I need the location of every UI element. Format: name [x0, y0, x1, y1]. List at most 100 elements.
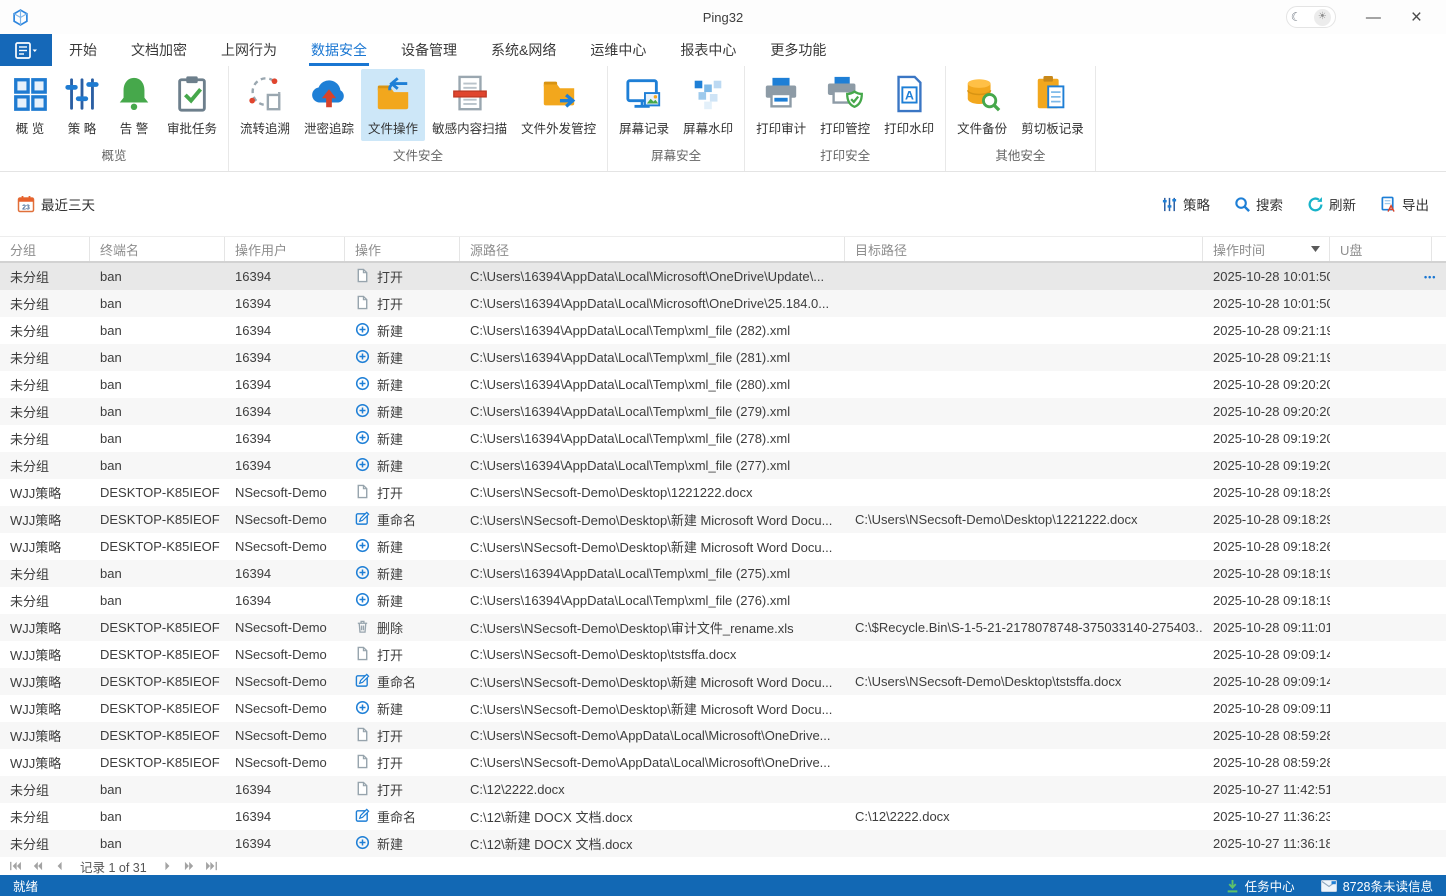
cell-usb: [1330, 587, 1432, 614]
ribbon: 概 览 策 略 告 警 审批任务 概览 流转追溯: [0, 66, 1446, 172]
open-operation-icon: [355, 727, 377, 745]
table-row[interactable]: 未分组ban16394新建C:\Users\16394\AppData\Loca…: [0, 560, 1446, 587]
ribbon-button-content-scan[interactable]: 敏感内容扫描: [425, 69, 514, 141]
ribbon-button-file-backup[interactable]: 文件备份: [950, 69, 1014, 141]
table-row[interactable]: 未分组ban16394新建C:\Users\16394\AppData\Loca…: [0, 425, 1446, 452]
tab-start[interactable]: 开始: [52, 34, 114, 66]
table-row[interactable]: WJJ策略DESKTOP-K85IEOFNSecsoft-Demo打开C:\Us…: [0, 749, 1446, 776]
table-row[interactable]: 未分组ban16394新建C:\Users\16394\AppData\Loca…: [0, 371, 1446, 398]
search-button[interactable]: 搜索: [1234, 194, 1283, 214]
table-row[interactable]: WJJ策略DESKTOP-K85IEOFNSecsoft-Demo重命名C:\U…: [0, 506, 1446, 533]
ribbon-group-label: 文件安全: [233, 142, 603, 171]
ribbon-button-clipboard-record[interactable]: 剪切板记录: [1014, 69, 1091, 141]
ribbon-button-print-control[interactable]: 打印管控: [813, 69, 877, 141]
refresh-button[interactable]: 刷新: [1307, 194, 1356, 214]
table-row[interactable]: 未分组ban16394新建C:\12\新建 DOCX 文档.docx2025-1…: [0, 830, 1446, 857]
theme-toggle[interactable]: ☾ ☀: [1286, 6, 1336, 28]
open-operation-icon: [355, 268, 377, 286]
cell-user: 16394: [225, 776, 345, 803]
policy-button[interactable]: 策略: [1161, 194, 1210, 214]
tab-device-management[interactable]: 设备管理: [384, 34, 474, 66]
cell-target-path: [845, 749, 1203, 776]
table-row[interactable]: WJJ策略DESKTOP-K85IEOFNSecsoft-Demo删除C:\Us…: [0, 614, 1446, 641]
tab-report-center[interactable]: 报表中心: [663, 34, 753, 66]
cell-usb: [1330, 290, 1432, 317]
column-header-time[interactable]: 操作时间: [1203, 237, 1330, 261]
table-row[interactable]: WJJ策略DESKTOP-K85IEOFNSecsoft-Demo打开C:\Us…: [0, 641, 1446, 668]
table-row[interactable]: 未分组ban16394打开C:\Users\16394\AppData\Loca…: [0, 263, 1446, 290]
export-button[interactable]: 导出: [1380, 194, 1429, 214]
column-header-group[interactable]: 分组: [0, 237, 90, 261]
tab-system-network[interactable]: 系统&网络: [474, 34, 573, 66]
table-row[interactable]: WJJ策略DESKTOP-K85IEOFNSecsoft-Demo打开C:\Us…: [0, 722, 1446, 749]
cell-time: 2025-10-28 09:19:20: [1203, 452, 1330, 479]
cell-group: 未分组: [0, 776, 90, 803]
fast-next-button[interactable]: [183, 861, 196, 871]
cell-target-path: [845, 452, 1203, 479]
table-row[interactable]: WJJ策略DESKTOP-K85IEOFNSecsoft-Demo新建C:\Us…: [0, 533, 1446, 560]
first-page-button[interactable]: [9, 861, 22, 871]
ribbon-button-screen-record[interactable]: 屏幕记录: [612, 69, 676, 141]
ribbon-button-approval-tasks[interactable]: 审批任务: [160, 69, 224, 141]
unread-messages-button[interactable]: 8728条未读信息: [1321, 876, 1433, 895]
column-header-usb[interactable]: U盘: [1330, 237, 1432, 261]
cell-user: 16394: [225, 263, 345, 290]
ribbon-group-screen-security: 屏幕记录 屏幕水印 屏幕安全: [608, 66, 745, 171]
alert-bell-icon: [115, 75, 153, 113]
table-row[interactable]: 未分组ban16394新建C:\Users\16394\AppData\Loca…: [0, 452, 1446, 479]
screen-record-icon: [625, 75, 663, 113]
table-body: 未分组ban16394打开C:\Users\16394\AppData\Loca…: [0, 263, 1446, 857]
sort-filter-arrow-icon[interactable]: [1311, 246, 1320, 252]
cell-group: WJJ策略: [0, 506, 90, 533]
table-row[interactable]: 未分组ban16394打开C:\Users\16394\AppData\Loca…: [0, 290, 1446, 317]
ribbon-button-leak-tracking[interactable]: 泄密追踪: [297, 69, 361, 141]
table-row[interactable]: WJJ策略DESKTOP-K85IEOFNSecsoft-Demo打开C:\Us…: [0, 479, 1446, 506]
ribbon-button-flow-trace[interactable]: 流转追溯: [233, 69, 297, 141]
table-row[interactable]: WJJ策略DESKTOP-K85IEOFNSecsoft-Demo新建C:\Us…: [0, 695, 1446, 722]
table-row[interactable]: 未分组ban16394打开C:\12\2222.docx2025-10-27 1…: [0, 776, 1446, 803]
tab-data-security[interactable]: 数据安全: [294, 34, 384, 66]
cell-target-path: [845, 533, 1203, 560]
table-row[interactable]: 未分组ban16394重命名C:\12\新建 DOCX 文档.docxC:\12…: [0, 803, 1446, 830]
row-actions-menu-icon[interactable]: •••: [1424, 263, 1438, 290]
tab-doc-encryption[interactable]: 文档加密: [114, 34, 204, 66]
column-header-operation[interactable]: 操作: [345, 237, 460, 261]
new-operation-icon: [355, 322, 377, 340]
column-header-terminal[interactable]: 终端名: [90, 237, 225, 261]
column-header-target-path[interactable]: 目标路径: [845, 237, 1203, 261]
column-header-user[interactable]: 操作用户: [225, 237, 345, 261]
ribbon-button-alerts[interactable]: 告 警: [108, 69, 160, 141]
ribbon-button-print-audit[interactable]: 打印审计: [749, 69, 813, 141]
tab-web-behavior[interactable]: 上网行为: [204, 34, 294, 66]
ribbon-group-print-security: 打印审计 打印管控 A 打印水印 打印安全: [745, 66, 946, 171]
table-row[interactable]: WJJ策略DESKTOP-K85IEOFNSecsoft-Demo重命名C:\U…: [0, 668, 1446, 695]
date-range-filter[interactable]: 23 最近三天: [17, 194, 95, 214]
close-button[interactable]: ×: [1411, 8, 1422, 27]
minimize-button[interactable]: —: [1366, 10, 1381, 25]
tab-more-features[interactable]: 更多功能: [753, 34, 843, 66]
table-row[interactable]: 未分组ban16394新建C:\Users\16394\AppData\Loca…: [0, 398, 1446, 425]
ribbon-button-policy[interactable]: 策 略: [56, 69, 108, 141]
app-menu-button[interactable]: [0, 34, 52, 66]
next-page-button[interactable]: [161, 861, 174, 871]
previous-page-button[interactable]: [53, 861, 66, 871]
last-page-button[interactable]: [205, 861, 218, 871]
table-row[interactable]: 未分组ban16394新建C:\Users\16394\AppData\Loca…: [0, 344, 1446, 371]
ribbon-button-overview[interactable]: 概 览: [4, 69, 56, 141]
cell-time: 2025-10-27 11:36:23: [1203, 803, 1330, 830]
ribbon-button-file-operations[interactable]: 文件操作: [361, 69, 425, 141]
table-row[interactable]: 未分组ban16394新建C:\Users\16394\AppData\Loca…: [0, 317, 1446, 344]
ribbon-button-screen-watermark[interactable]: 屏幕水印: [676, 69, 740, 141]
fast-previous-button[interactable]: [31, 861, 44, 871]
cell-user: 16394: [225, 344, 345, 371]
cell-time: 2025-10-28 10:01:50: [1203, 263, 1330, 290]
table-header: 分组 终端名 操作用户 操作 源路径 目标路径 操作时间 U盘: [0, 236, 1446, 263]
tab-ops-center[interactable]: 运维中心: [573, 34, 663, 66]
ribbon-button-print-watermark[interactable]: A 打印水印: [877, 69, 941, 141]
column-header-source-path[interactable]: 源路径: [460, 237, 845, 261]
record-count-label: 记录 1 of 31: [80, 857, 147, 876]
table-row[interactable]: 未分组ban16394新建C:\Users\16394\AppData\Loca…: [0, 587, 1446, 614]
ribbon-button-file-outgoing-control[interactable]: 文件外发管控: [514, 69, 603, 141]
cell-target-path: [845, 695, 1203, 722]
task-center-button[interactable]: 任务中心: [1226, 876, 1295, 895]
